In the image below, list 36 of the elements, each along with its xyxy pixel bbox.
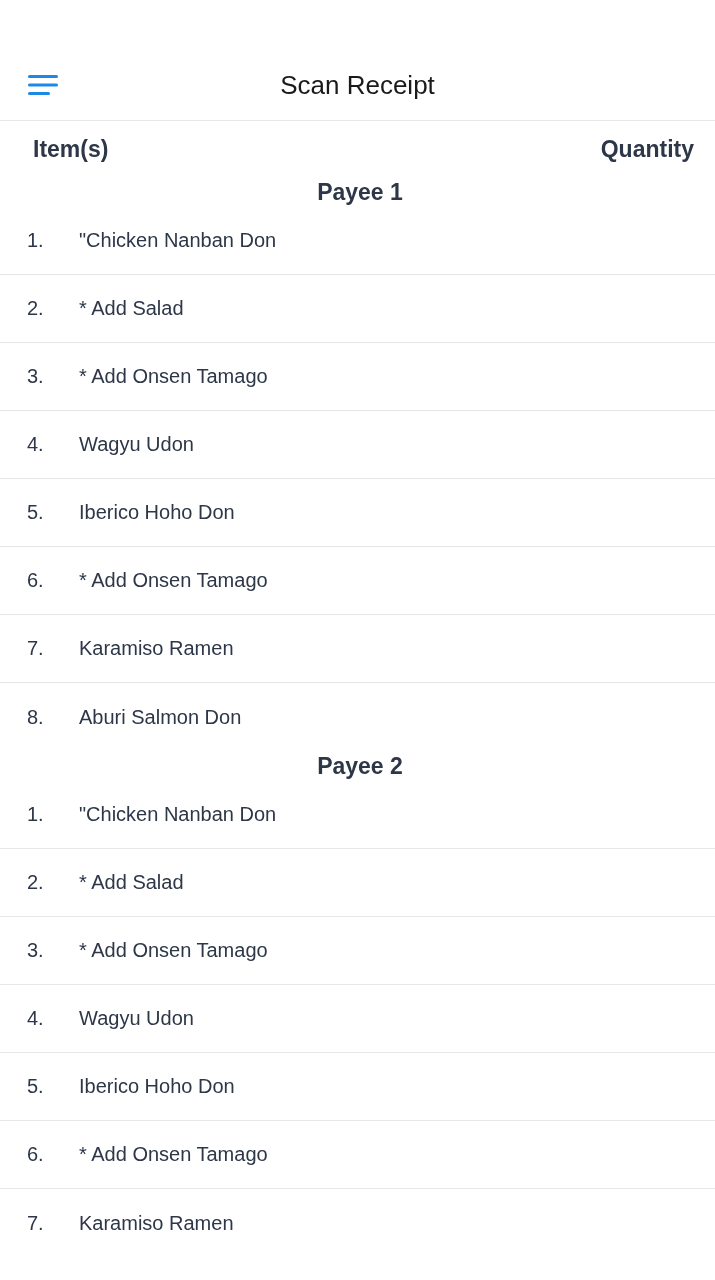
item-number: 7. [26,1211,45,1235]
item-number: 6. [26,1143,45,1166]
item-name: Iberico Hoho Don [79,501,235,524]
item-name: * Add Onsen Tamago [79,365,268,388]
item-number: 1. [26,229,45,252]
item-name: * Add Onsen Tamago [79,1143,268,1166]
item-name: Aburi Salmon Don [79,705,242,729]
payee-heading: Payee 2 [316,752,404,781]
item-number: 2. [26,297,45,320]
item-name: * Add Salad [79,871,184,894]
item-name: * Add Onsen Tamago [79,569,268,592]
item-name: * Add Salad [79,297,184,320]
item-number: 1. [26,803,45,826]
item-number: 5. [26,1075,45,1098]
item-number: 2. [26,871,45,894]
item-name: Iberico Hoho Don [79,1075,235,1098]
item-number: 3. [26,365,45,388]
menu-icon[interactable] [28,75,58,95]
item-number: 7. [26,637,45,660]
item-number: 3. [26,939,45,962]
item-name: Karamiso Ramen [79,637,234,660]
item-name: Karamiso Ramen [79,1211,234,1235]
item-name: * Add Onsen Tamago [79,939,268,962]
item-name: "Chicken Nanban Don [79,803,277,826]
item-number: 8. [26,705,45,729]
item-name: "Chicken Nanban Don [79,229,277,252]
item-name: Wagyu Udon [79,433,194,456]
column-header: Quantity [600,135,694,163]
item-number: 5. [26,501,45,524]
item-number: 4. [26,433,45,456]
payee-heading: Payee 1 [316,178,404,207]
item-name: Wagyu Udon [79,1007,194,1030]
item-number: 4. [26,1007,45,1030]
column-header: Item(s) [33,135,109,163]
item-number: 6. [26,569,45,592]
screen-title: Scan Receipt [280,69,435,101]
